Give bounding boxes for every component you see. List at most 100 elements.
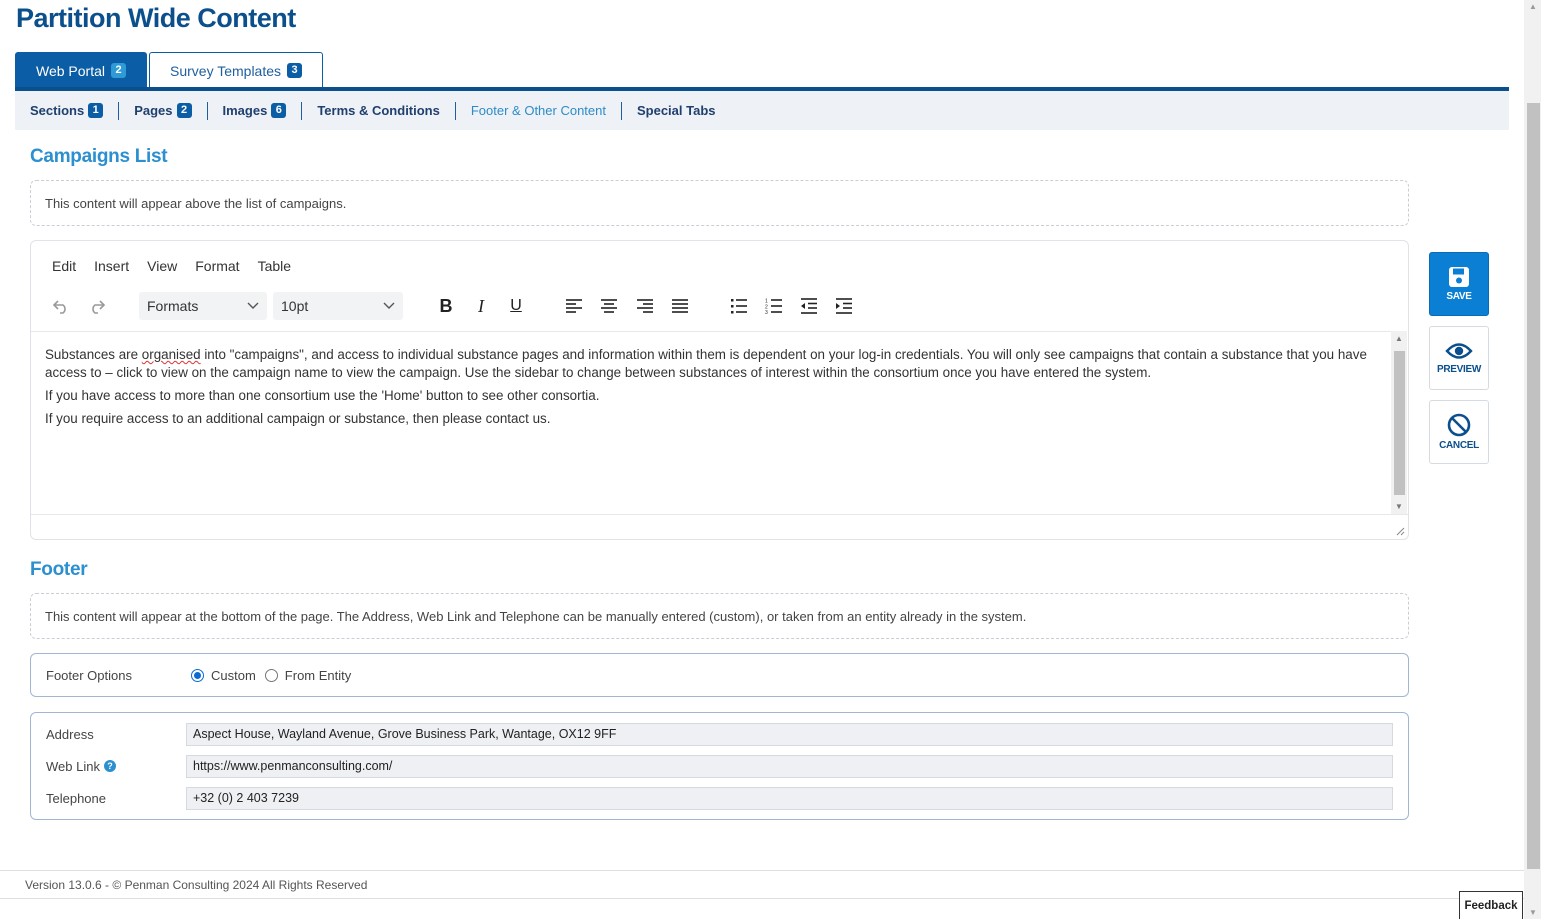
footer-divider [0, 870, 1524, 871]
count-badge: 2 [176, 103, 192, 118]
telephone-row: Telephone +32 (0) 2 403 7239 [31, 786, 1408, 810]
chevron-down-icon [383, 302, 395, 309]
rich-text-editor: Edit Insert View Format Table Formats 10… [30, 240, 1409, 540]
scrollbar-thumb[interactable] [1527, 103, 1540, 869]
info-text: This content will appear above the list … [45, 195, 347, 211]
outdent-icon[interactable] [794, 291, 824, 321]
editor-scrollbar[interactable]: ▲ ▼ [1391, 331, 1407, 514]
tab-survey-templates[interactable]: Survey Templates 3 [149, 52, 324, 88]
scroll-down-icon[interactable]: ▼ [1395, 502, 1403, 511]
count-badge: 6 [271, 103, 287, 118]
subtab-label: Footer & Other Content [470, 102, 606, 118]
text-run: into "campaigns", and access to individu… [45, 347, 1367, 380]
subtab-label: Terms & Conditions [317, 102, 440, 118]
scrollbar-thumb[interactable] [1394, 351, 1405, 495]
scroll-up-icon[interactable]: ▲ [1395, 334, 1403, 343]
editor-toolbar: Formats 10pt B I U 12 3 [45, 291, 1385, 323]
cancel-button[interactable]: CANCEL [1429, 400, 1489, 464]
menu-format[interactable]: Format [195, 258, 239, 274]
italic-icon[interactable]: I [466, 291, 496, 321]
bullet-list-icon[interactable] [724, 291, 754, 321]
font-size-dropdown[interactable]: 10pt [273, 292, 403, 320]
menu-insert[interactable]: Insert [94, 258, 129, 274]
telephone-field[interactable]: +32 (0) 2 403 7239 [186, 786, 1393, 810]
count-badge: 3 [287, 63, 303, 78]
save-icon [1449, 267, 1469, 287]
undo-icon[interactable] [46, 291, 76, 321]
menu-table[interactable]: Table [258, 258, 291, 274]
radio-custom[interactable]: Custom [191, 668, 256, 683]
editor-statusbar [31, 514, 1408, 539]
save-button[interactable]: SAVE [1429, 252, 1489, 316]
align-justify-icon[interactable] [665, 291, 695, 321]
radio-button[interactable] [191, 668, 204, 682]
footer-fields-panel: Address Aspect House, Wayland Avenue, Gr… [30, 712, 1409, 820]
page-scrollbar[interactable]: ▲ ▼ [1524, 0, 1541, 919]
ban-icon [1447, 413, 1471, 437]
editor-paragraph: If you have access to more than one cons… [45, 388, 600, 403]
count-badge: 1 [88, 103, 104, 118]
preview-label: PREVIEW [1436, 364, 1482, 375]
subtab-footer-other-content[interactable]: Footer & Other Content [456, 101, 622, 120]
subtab-images[interactable]: Images 6 [208, 101, 303, 120]
scroll-up-icon[interactable]: ▲ [1529, 2, 1537, 11]
feedback-button[interactable]: Feedback [1459, 891, 1523, 919]
svg-text:3: 3 [765, 310, 768, 314]
tab-label: Web Portal [36, 62, 105, 79]
scroll-down-icon[interactable]: ▼ [1529, 908, 1537, 917]
weblink-label-wrap: Web Link? [31, 759, 186, 774]
menu-edit[interactable]: Edit [52, 258, 76, 274]
campaigns-info-box: This content will appear above the list … [30, 180, 1409, 226]
weblink-field[interactable]: https://www.penmanconsulting.com/ [186, 754, 1393, 778]
eye-icon [1445, 343, 1473, 359]
address-label: Address [46, 726, 94, 742]
address-row: Address Aspect House, Wayland Avenue, Gr… [31, 722, 1408, 746]
text-run: Substances are [45, 347, 142, 362]
subtab-sections[interactable]: Sections 1 [30, 101, 120, 120]
font-size-value: 10pt [281, 298, 309, 314]
subtab-pages[interactable]: Pages 2 [119, 101, 208, 120]
campaigns-section-title: Campaigns List [30, 146, 168, 167]
subtab-label: Images [222, 102, 268, 118]
subtab-label: Special Tabs [636, 102, 716, 118]
formats-label: Formats [147, 298, 199, 314]
preview-button[interactable]: PREVIEW [1429, 326, 1489, 390]
sub-tab-bar: Sections 1 Pages 2 Images 6 Terms & Cond… [15, 91, 1509, 130]
radio-label: From Entity [284, 667, 352, 683]
menu-view[interactable]: View [147, 258, 177, 274]
misspelled-word: organised [141, 347, 201, 362]
weblink-label: Web Link [46, 758, 100, 774]
subtab-special-tabs[interactable]: Special Tabs [622, 102, 731, 120]
tab-web-portal[interactable]: Web Portal 2 [15, 52, 147, 88]
radio-label: Custom [211, 667, 256, 683]
page-title: Partition Wide Content [16, 3, 296, 33]
subtab-terms[interactable]: Terms & Conditions [302, 101, 456, 120]
align-center-icon[interactable] [594, 291, 624, 321]
subtab-label: Pages [134, 102, 173, 118]
editor-paragraph: Substances are organised into "campaigns… [45, 346, 1378, 382]
resize-handle-icon[interactable] [1395, 526, 1405, 536]
cancel-label: CANCEL [1439, 440, 1479, 451]
numbered-list-icon[interactable]: 123 [759, 291, 789, 321]
footer-info-box: This content will appear at the bottom o… [30, 593, 1409, 639]
indent-icon[interactable] [829, 291, 859, 321]
redo-icon[interactable] [82, 291, 112, 321]
weblink-row: Web Link? https://www.penmanconsulting.c… [31, 754, 1408, 778]
bold-icon[interactable]: B [431, 291, 461, 321]
editor-content-area[interactable]: Substances are organised into "campaigns… [31, 331, 1392, 514]
info-text: This content will appear at the bottom o… [45, 608, 1027, 624]
address-field[interactable]: Aspect House, Wayland Avenue, Grove Busi… [186, 722, 1393, 746]
help-icon[interactable]: ? [103, 760, 116, 772]
align-left-icon[interactable] [559, 291, 589, 321]
radio-from-entity[interactable]: From Entity [264, 667, 352, 683]
align-right-icon[interactable] [630, 291, 660, 321]
count-badge: 2 [111, 63, 126, 78]
footer-section-title: Footer [30, 559, 88, 580]
subtab-label: Sections [30, 102, 85, 118]
radio-button[interactable] [264, 668, 278, 682]
telephone-label: Telephone [46, 790, 106, 806]
formats-dropdown[interactable]: Formats [139, 292, 267, 320]
footer-divider [0, 898, 1524, 899]
underline-icon[interactable]: U [501, 291, 531, 321]
footer-options-label: Footer Options [46, 667, 132, 683]
